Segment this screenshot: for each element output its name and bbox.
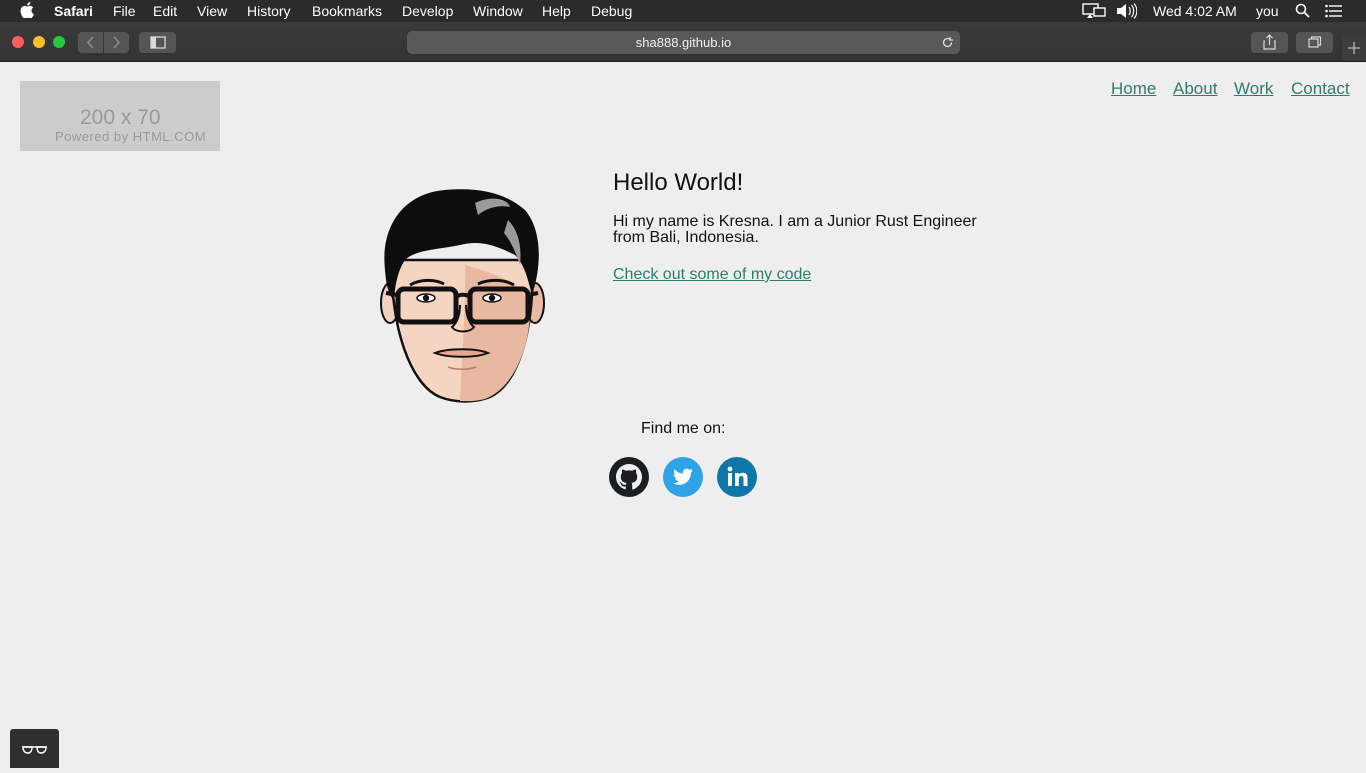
nav-home-link[interactable]: Home [1111, 79, 1156, 99]
menu-history[interactable]: History [247, 3, 291, 19]
logo-placeholder-image: 200 x 70 Powered by HTML.COM [20, 81, 220, 151]
back-button[interactable] [78, 32, 103, 53]
show-tabs-button[interactable] [1296, 32, 1333, 53]
menu-bookmarks[interactable]: Bookmarks [312, 3, 382, 19]
page-heading: Hello World! [613, 169, 744, 196]
social-label: Find me on: [641, 420, 726, 437]
close-window-button[interactable] [12, 36, 24, 48]
browser-toolbar: sha888.github.io [0, 22, 1366, 62]
menu-file[interactable]: File [113, 3, 136, 19]
glasses-icon [22, 746, 47, 754]
linkedin-icon[interactable] [717, 457, 757, 497]
chevron-left-icon [86, 36, 94, 49]
sidebar-icon [150, 36, 166, 49]
nav-work-link[interactable]: Work [1234, 79, 1273, 99]
reload-icon[interactable] [941, 36, 954, 49]
menu-clock[interactable]: Wed 4:02 AM [1153, 3, 1237, 19]
menu-help[interactable]: Help [542, 3, 571, 19]
sidebar-toggle-button[interactable] [139, 32, 176, 53]
spotlight-search-icon[interactable] [1295, 3, 1310, 21]
github-icon[interactable] [609, 457, 649, 497]
notification-center-icon[interactable] [1325, 4, 1343, 21]
nav-contact-link[interactable]: Contact [1291, 79, 1350, 99]
extension-glasses-button[interactable] [10, 729, 59, 768]
nav-about-link[interactable]: About [1173, 79, 1217, 99]
chevron-right-icon [113, 36, 121, 49]
zoom-window-button[interactable] [53, 36, 65, 48]
forward-button[interactable] [104, 32, 129, 53]
menu-bar: Safari File Edit View History Bookmarks … [0, 0, 1366, 22]
placeholder-powered-text: Powered by HTML.COM [55, 129, 207, 144]
minimize-window-button[interactable] [33, 36, 45, 48]
menu-debug[interactable]: Debug [591, 3, 632, 19]
tabs-overview-icon [1308, 36, 1322, 48]
menu-develop[interactable]: Develop [402, 3, 453, 19]
menu-window[interactable]: Window [473, 3, 523, 19]
placeholder-size-text: 200 x 70 [80, 106, 161, 129]
new-tab-button[interactable] [1342, 35, 1366, 61]
share-icon [1263, 34, 1276, 50]
address-bar[interactable]: sha888.github.io [407, 31, 960, 54]
twitter-icon[interactable] [663, 457, 703, 497]
airplay-icon[interactable] [1082, 3, 1106, 22]
avatar [380, 189, 545, 403]
menu-user[interactable]: you [1256, 3, 1279, 19]
menu-view[interactable]: View [197, 3, 227, 19]
address-bar-url: sha888.github.io [635, 35, 732, 50]
menu-app-name[interactable]: Safari [54, 3, 93, 19]
menu-edit[interactable]: Edit [153, 3, 177, 19]
code-link[interactable]: Check out some of my code [613, 266, 811, 284]
volume-icon[interactable] [1115, 3, 1138, 22]
plus-icon [1348, 42, 1360, 54]
bio-text: Hi my name is Kresna. I am a Junior Rust… [613, 213, 977, 246]
share-button[interactable] [1251, 32, 1288, 53]
apple-icon[interactable] [20, 2, 34, 21]
